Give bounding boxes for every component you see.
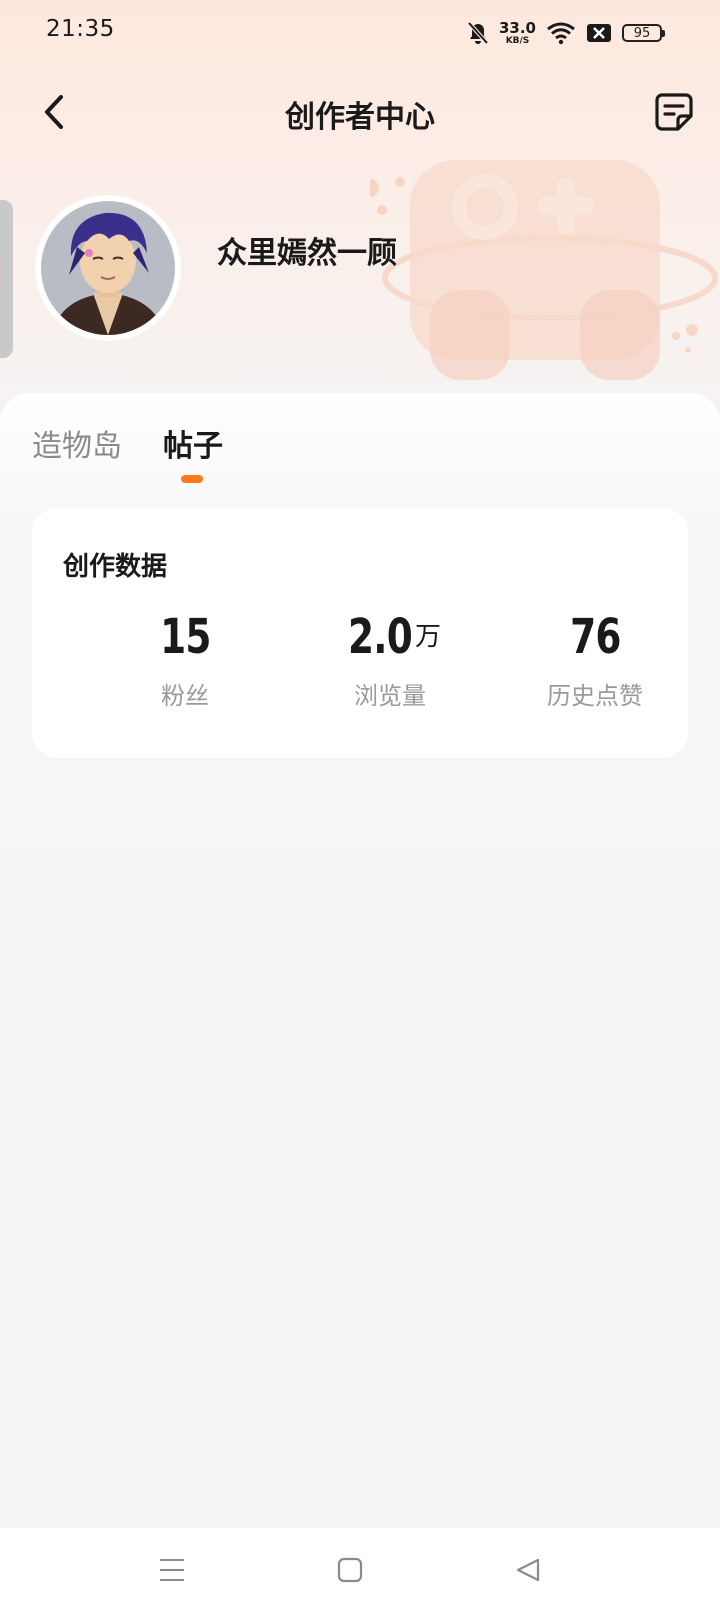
stat-value: 76: [569, 609, 621, 665]
side-drawer-handle[interactable]: [0, 200, 13, 358]
stat-unit: 万: [415, 622, 442, 652]
stat-label: 历史点赞: [547, 682, 643, 710]
page-title: 创作者中心: [285, 100, 435, 135]
system-back-button[interactable]: [508, 1550, 548, 1590]
avatar[interactable]: [35, 195, 181, 341]
username: 众里嫣然一顾: [217, 236, 397, 271]
status-bar: 21:35 33.0 KB/S 95: [0, 0, 720, 64]
battery-icon: 95: [622, 24, 665, 42]
menu-icon: [160, 1559, 184, 1581]
recents-button[interactable]: [152, 1550, 192, 1590]
home-button[interactable]: [330, 1550, 370, 1590]
active-tab-indicator: [181, 475, 203, 483]
tab-zaowudao[interactable]: 造物岛: [32, 421, 122, 465]
content-panel: 造物岛 帖子 创作数据 15 粉丝 2.0 万 浏览量 76 历史点赞: [0, 393, 720, 1533]
stat-value: 2.0: [347, 609, 413, 665]
hero-background: 21:35 33.0 KB/S 95 创作者中心 众里嫣然一顾: [0, 0, 720, 440]
tab-posts[interactable]: 帖子: [163, 421, 223, 465]
mute-bell-icon: [467, 21, 489, 45]
system-nav-bar: [0, 1528, 720, 1612]
back-triangle-icon: [516, 1558, 540, 1582]
top-nav-bar: 创作者中心: [0, 76, 720, 148]
avatar-image: [41, 201, 175, 335]
battery-level: 95: [633, 25, 651, 41]
no-sim-icon: [587, 24, 611, 42]
status-time: 21:35: [46, 16, 115, 42]
wifi-icon: [547, 22, 575, 45]
stat-followers[interactable]: 15 粉丝: [80, 608, 290, 711]
card-title: 创作数据: [63, 552, 168, 582]
stat-views[interactable]: 2.0 万 浏览量: [285, 608, 495, 711]
home-square-icon: [337, 1557, 363, 1583]
stat-label: 浏览量: [354, 682, 426, 710]
creation-data-card: 创作数据 15 粉丝 2.0 万 浏览量 76 历史点赞: [32, 508, 688, 758]
stat-value: 15: [159, 609, 211, 665]
network-speed: 33.0 KB/S: [498, 18, 536, 46]
stat-label: 粉丝: [161, 682, 209, 710]
gamepad-illustration: [370, 160, 718, 380]
note-icon: [655, 93, 693, 131]
stat-likes[interactable]: 76 历史点赞: [490, 608, 700, 711]
notes-button[interactable]: [650, 88, 698, 136]
